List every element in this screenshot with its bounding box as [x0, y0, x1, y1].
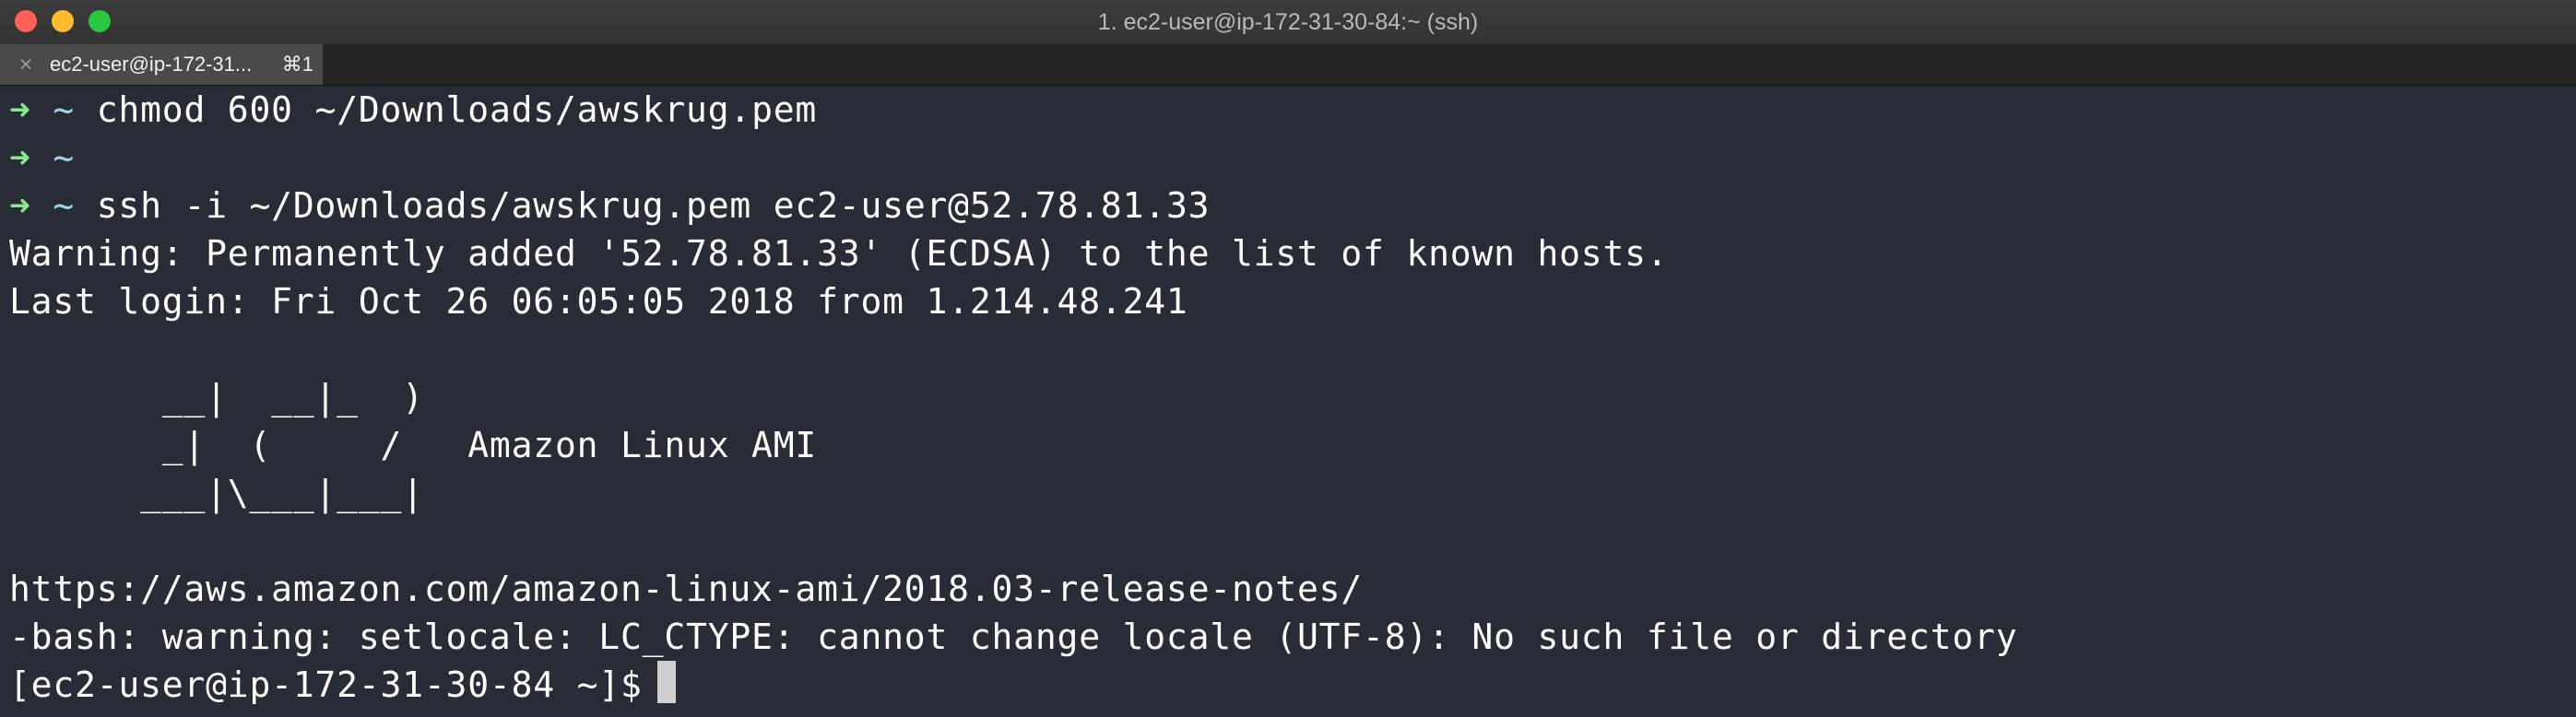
terminal-window: 1. ec2-user@ip-172-31-30-84:~ (ssh) × ec… — [0, 0, 2576, 717]
command-line: ➜ ~ — [9, 134, 75, 182]
command-line: ➜ ~ chmod 600 ~/Downloads/awskrug.pem — [9, 86, 817, 134]
output-line: -bash: warning: setlocale: LC_CTYPE: can… — [9, 617, 2018, 657]
command-line: ➜ ~ ssh -i ~/Downloads/awskrug.pem ec2-u… — [9, 182, 1210, 229]
terminal-tab[interactable]: × ec2-user@ip-172-31... ⌘1 — [0, 44, 323, 85]
prompt-arrow-icon: ➜ — [9, 185, 31, 226]
tab-shortcut: ⌘1 — [281, 53, 313, 76]
prompt-arrow-icon: ➜ — [9, 89, 31, 130]
remote-prompt: [ec2-user@ip-172-31-30-84 ~]$ — [9, 664, 643, 705]
title-bar: 1. ec2-user@ip-172-31-30-84:~ (ssh) — [0, 0, 2576, 45]
close-tab-icon[interactable]: × — [15, 44, 37, 85]
output-line: Warning: Permanently added '52.78.81.33'… — [9, 233, 1669, 274]
command-text: ssh -i ~/Downloads/awskrug.pem ec2-user@… — [75, 185, 1211, 226]
ascii-art-line: __| __|_ ) — [9, 377, 424, 417]
prompt-directory: ~ — [53, 89, 76, 130]
terminal-output[interactable]: ➜ ~ chmod 600 ~/Downloads/awskrug.pem ➜ … — [0, 86, 2576, 717]
tab-title: ec2-user@ip-172-31... — [50, 53, 253, 76]
command-text: chmod 600 ~/Downloads/awskrug.pem — [75, 89, 818, 130]
tab-bar: × ec2-user@ip-172-31... ⌘1 — [0, 44, 2576, 86]
window-title: 1. ec2-user@ip-172-31-30-84:~ (ssh) — [1097, 9, 1479, 35]
ascii-art-line: _| ( / Amazon Linux AMI — [9, 425, 818, 465]
output-line: Last login: Fri Oct 26 06:05:05 2018 fro… — [9, 281, 1188, 322]
prompt-directory: ~ — [53, 185, 76, 226]
prompt-arrow-icon: ➜ — [9, 137, 31, 178]
remote-prompt-line[interactable]: [ec2-user@ip-172-31-30-84 ~]$ — [9, 661, 676, 709]
release-notes-link[interactable]: https://aws.amazon.com/amazon-linux-ami/… — [9, 565, 1363, 613]
cursor — [656, 661, 676, 703]
ascii-art-line: ___|\___|___| — [9, 473, 424, 513]
prompt-directory: ~ — [53, 137, 76, 178]
